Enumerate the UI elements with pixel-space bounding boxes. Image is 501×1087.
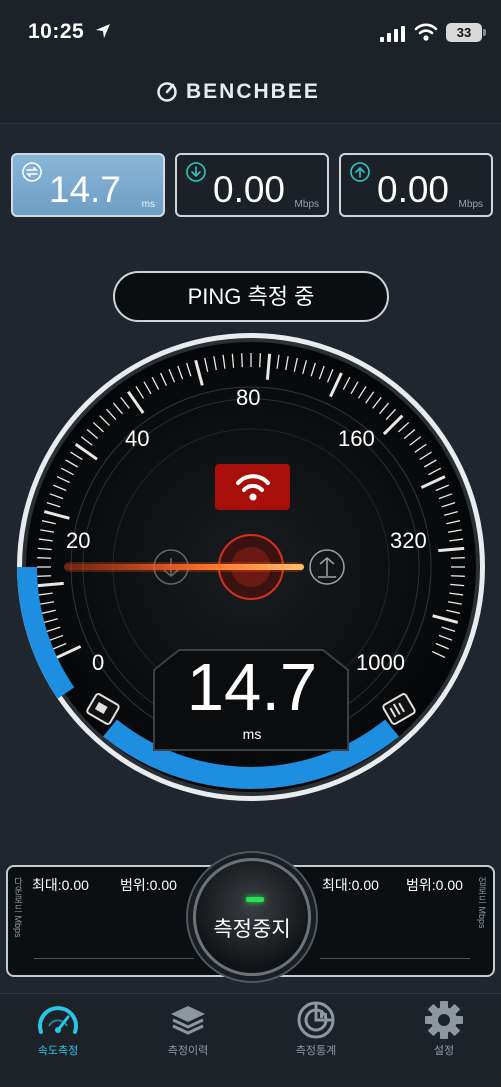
upload-icon	[350, 162, 370, 182]
gauge-tick	[241, 353, 243, 368]
ping-value: 14.7	[49, 169, 122, 210]
gauge-tick	[37, 557, 52, 559]
wifi-status-icon	[414, 23, 438, 41]
download-stat-box[interactable]: 0.00 Mbps	[175, 153, 329, 217]
bottom-tab-bar: 속도측정 측정이력 측정통계 설정	[0, 993, 501, 1087]
gauge-tick	[450, 557, 465, 559]
tab-speed-test-label: 속도측정	[37, 1045, 79, 1057]
tab-history[interactable]: 측정이력	[138, 1000, 238, 1058]
benchbee-logo-icon	[157, 82, 177, 102]
stats-icon	[297, 1001, 335, 1039]
gauge-label-20: 20	[66, 528, 91, 553]
upload-graph-axis-label: 업로드 Mbps	[477, 877, 487, 929]
gauge-label-320: 320	[390, 528, 427, 553]
upload-unit: Mbps	[458, 199, 483, 210]
download-unit: Mbps	[294, 199, 319, 210]
layers-icon	[171, 1006, 205, 1035]
gauge-label-0: 0	[92, 650, 105, 675]
gauge-value: 14.7	[186, 650, 318, 725]
gauge-label-40: 40	[125, 426, 150, 451]
location-arrow-icon	[96, 24, 110, 38]
download-value: 0.00	[213, 169, 286, 210]
download-range: 범위:0.00	[120, 877, 177, 893]
tab-settings[interactable]: 설정	[394, 1000, 494, 1058]
status-time: 10:25	[28, 20, 85, 43]
speed-test-screen: 10:25 33 BENCHBEE 14.7 ms 0.00 Mbps 0.00…	[0, 0, 501, 1087]
ping-stat-box[interactable]: 14.7 ms	[11, 153, 165, 217]
download-graph-axis-label: 다운로드 Mbps	[13, 877, 23, 938]
download-graph-baseline	[34, 958, 194, 959]
download-icon	[186, 162, 206, 182]
stop-measurement-button[interactable]: 측정중지	[193, 858, 311, 976]
gauge-tick	[259, 353, 261, 368]
upload-graph-baseline	[320, 958, 470, 959]
gauge-tick	[37, 575, 52, 577]
stop-button-label: 측정중지	[213, 918, 291, 941]
upload-max: 최대:0.00	[322, 877, 379, 893]
gauge-readout: 14.7 ms	[130, 650, 374, 743]
gauge-label-80: 80	[236, 385, 261, 410]
brand-name: BENCHBEE	[186, 80, 320, 103]
upload-value: 0.00	[377, 169, 450, 210]
ping-icon	[22, 162, 42, 182]
brand-logo: BENCHBEE	[156, 80, 320, 104]
tab-statistics-label: 측정통계	[295, 1045, 337, 1057]
upload-stat-box[interactable]: 0.00 Mbps	[339, 153, 493, 217]
tab-history-label: 측정이력	[167, 1045, 209, 1057]
tab-settings-label: 설정	[433, 1045, 455, 1057]
gear-icon	[425, 1001, 463, 1039]
battery-icon: 33	[446, 23, 486, 42]
gauge-label-160: 160	[338, 426, 375, 451]
ping-unit: ms	[141, 199, 155, 210]
cellular-signal-icon	[380, 26, 405, 42]
tab-statistics[interactable]: 측정통계	[266, 1000, 366, 1058]
download-max: 최대:0.00	[32, 877, 89, 893]
app-header: BENCHBEE	[0, 64, 501, 124]
upload-range: 범위:0.00	[406, 877, 463, 893]
status-led	[246, 897, 264, 902]
speedometer-icon	[38, 1006, 78, 1034]
status-bar: 10:25 33	[0, 0, 501, 64]
gauge-unit: ms	[242, 726, 262, 742]
tab-speed-test[interactable]: 속도측정	[8, 1000, 108, 1058]
gauge-tick	[450, 575, 465, 577]
measurement-status: PING 측정 중	[113, 271, 389, 322]
